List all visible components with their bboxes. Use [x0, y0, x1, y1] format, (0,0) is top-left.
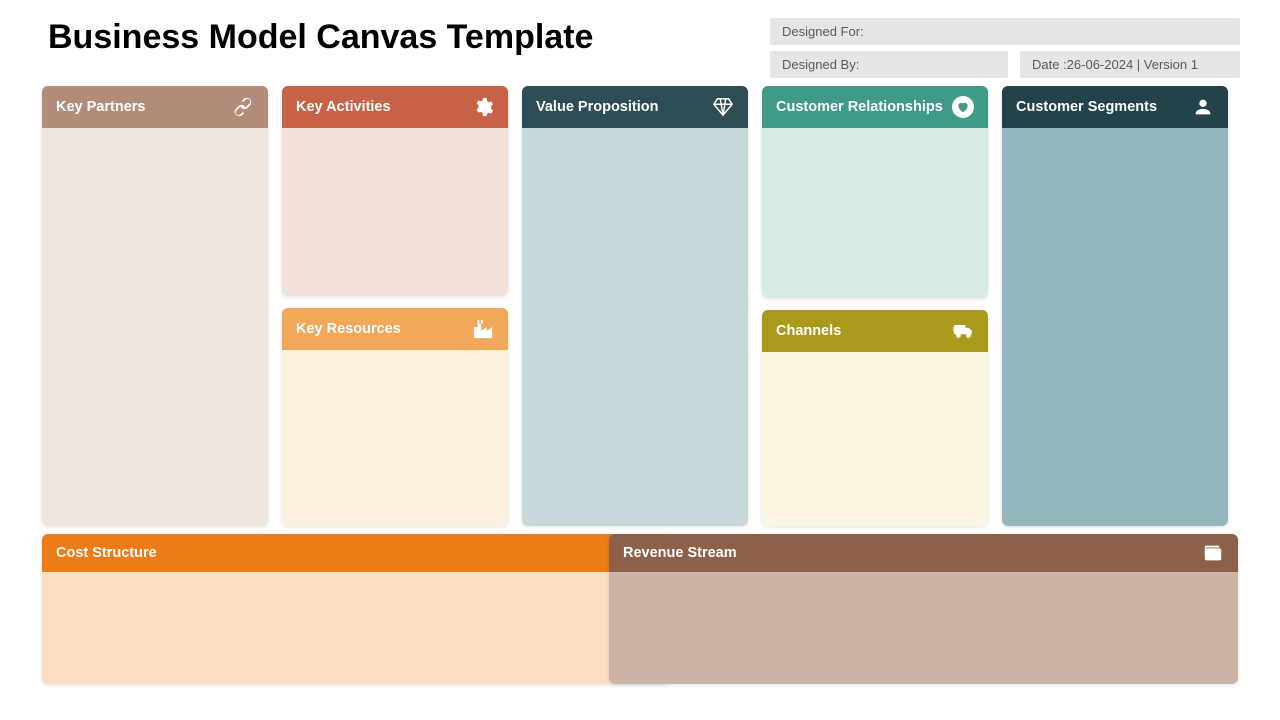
block-header: Cost Structure	[42, 534, 671, 572]
block-title: Key Partners	[56, 99, 145, 115]
block-body[interactable]	[42, 128, 268, 526]
block-title: Key Activities	[296, 99, 391, 115]
block-body[interactable]	[762, 128, 988, 298]
block-body[interactable]	[1002, 128, 1228, 526]
block-header: Revenue Stream	[609, 534, 1238, 572]
block-header: Key Activities	[282, 86, 508, 128]
diamond-icon	[712, 96, 734, 118]
link-icon	[232, 96, 254, 118]
block-key-resources[interactable]: Key Resources	[282, 308, 508, 526]
wallet-icon	[1202, 542, 1224, 564]
block-header: Customer Segments	[1002, 86, 1228, 128]
canvas-grid: Key Partners Key Activities Key Resource…	[42, 86, 1238, 692]
block-customer-relationships[interactable]: Customer Relationships	[762, 86, 988, 298]
block-body[interactable]	[42, 572, 671, 684]
date-version-field[interactable]: Date :26-06-2024 | Version 1	[1020, 51, 1240, 78]
header: Business Model Canvas Template Designed …	[0, 0, 1280, 78]
block-title: Cost Structure	[56, 545, 157, 561]
page-title: Business Model Canvas Template	[48, 18, 770, 57]
block-key-partners[interactable]: Key Partners	[42, 86, 268, 526]
block-header: Customer Relationships	[762, 86, 988, 128]
block-body[interactable]	[609, 572, 1238, 684]
block-cost-structure[interactable]: Cost Structure	[42, 534, 671, 684]
block-channels[interactable]: Channels	[762, 310, 988, 526]
designed-by-field[interactable]: Designed By:	[770, 51, 1008, 78]
factory-icon	[472, 318, 494, 340]
block-title: Revenue Stream	[623, 545, 737, 561]
block-customer-segments[interactable]: Customer Segments	[1002, 86, 1228, 526]
block-body[interactable]	[522, 128, 748, 526]
truck-icon	[952, 320, 974, 342]
block-revenue-stream[interactable]: Revenue Stream	[609, 534, 1238, 684]
block-title: Channels	[776, 323, 841, 339]
block-title: Key Resources	[296, 321, 401, 337]
block-header: Channels	[762, 310, 988, 352]
meta-panel: Designed For: Designed By: Date :26-06-2…	[770, 18, 1240, 78]
gear-icon	[472, 96, 494, 118]
block-body[interactable]	[282, 128, 508, 296]
block-title: Value Proposition	[536, 99, 658, 115]
block-header: Value Proposition	[522, 86, 748, 128]
block-title: Customer Relationships	[776, 99, 943, 115]
user-icon	[1192, 96, 1214, 118]
block-header: Key Partners	[42, 86, 268, 128]
designed-for-field[interactable]: Designed For:	[770, 18, 1240, 45]
block-body[interactable]	[762, 352, 988, 526]
block-title: Customer Segments	[1016, 99, 1157, 115]
block-value-proposition[interactable]: Value Proposition	[522, 86, 748, 526]
block-header: Key Resources	[282, 308, 508, 350]
block-body[interactable]	[282, 350, 508, 526]
heart-icon	[952, 96, 974, 118]
block-key-activities[interactable]: Key Activities	[282, 86, 508, 296]
